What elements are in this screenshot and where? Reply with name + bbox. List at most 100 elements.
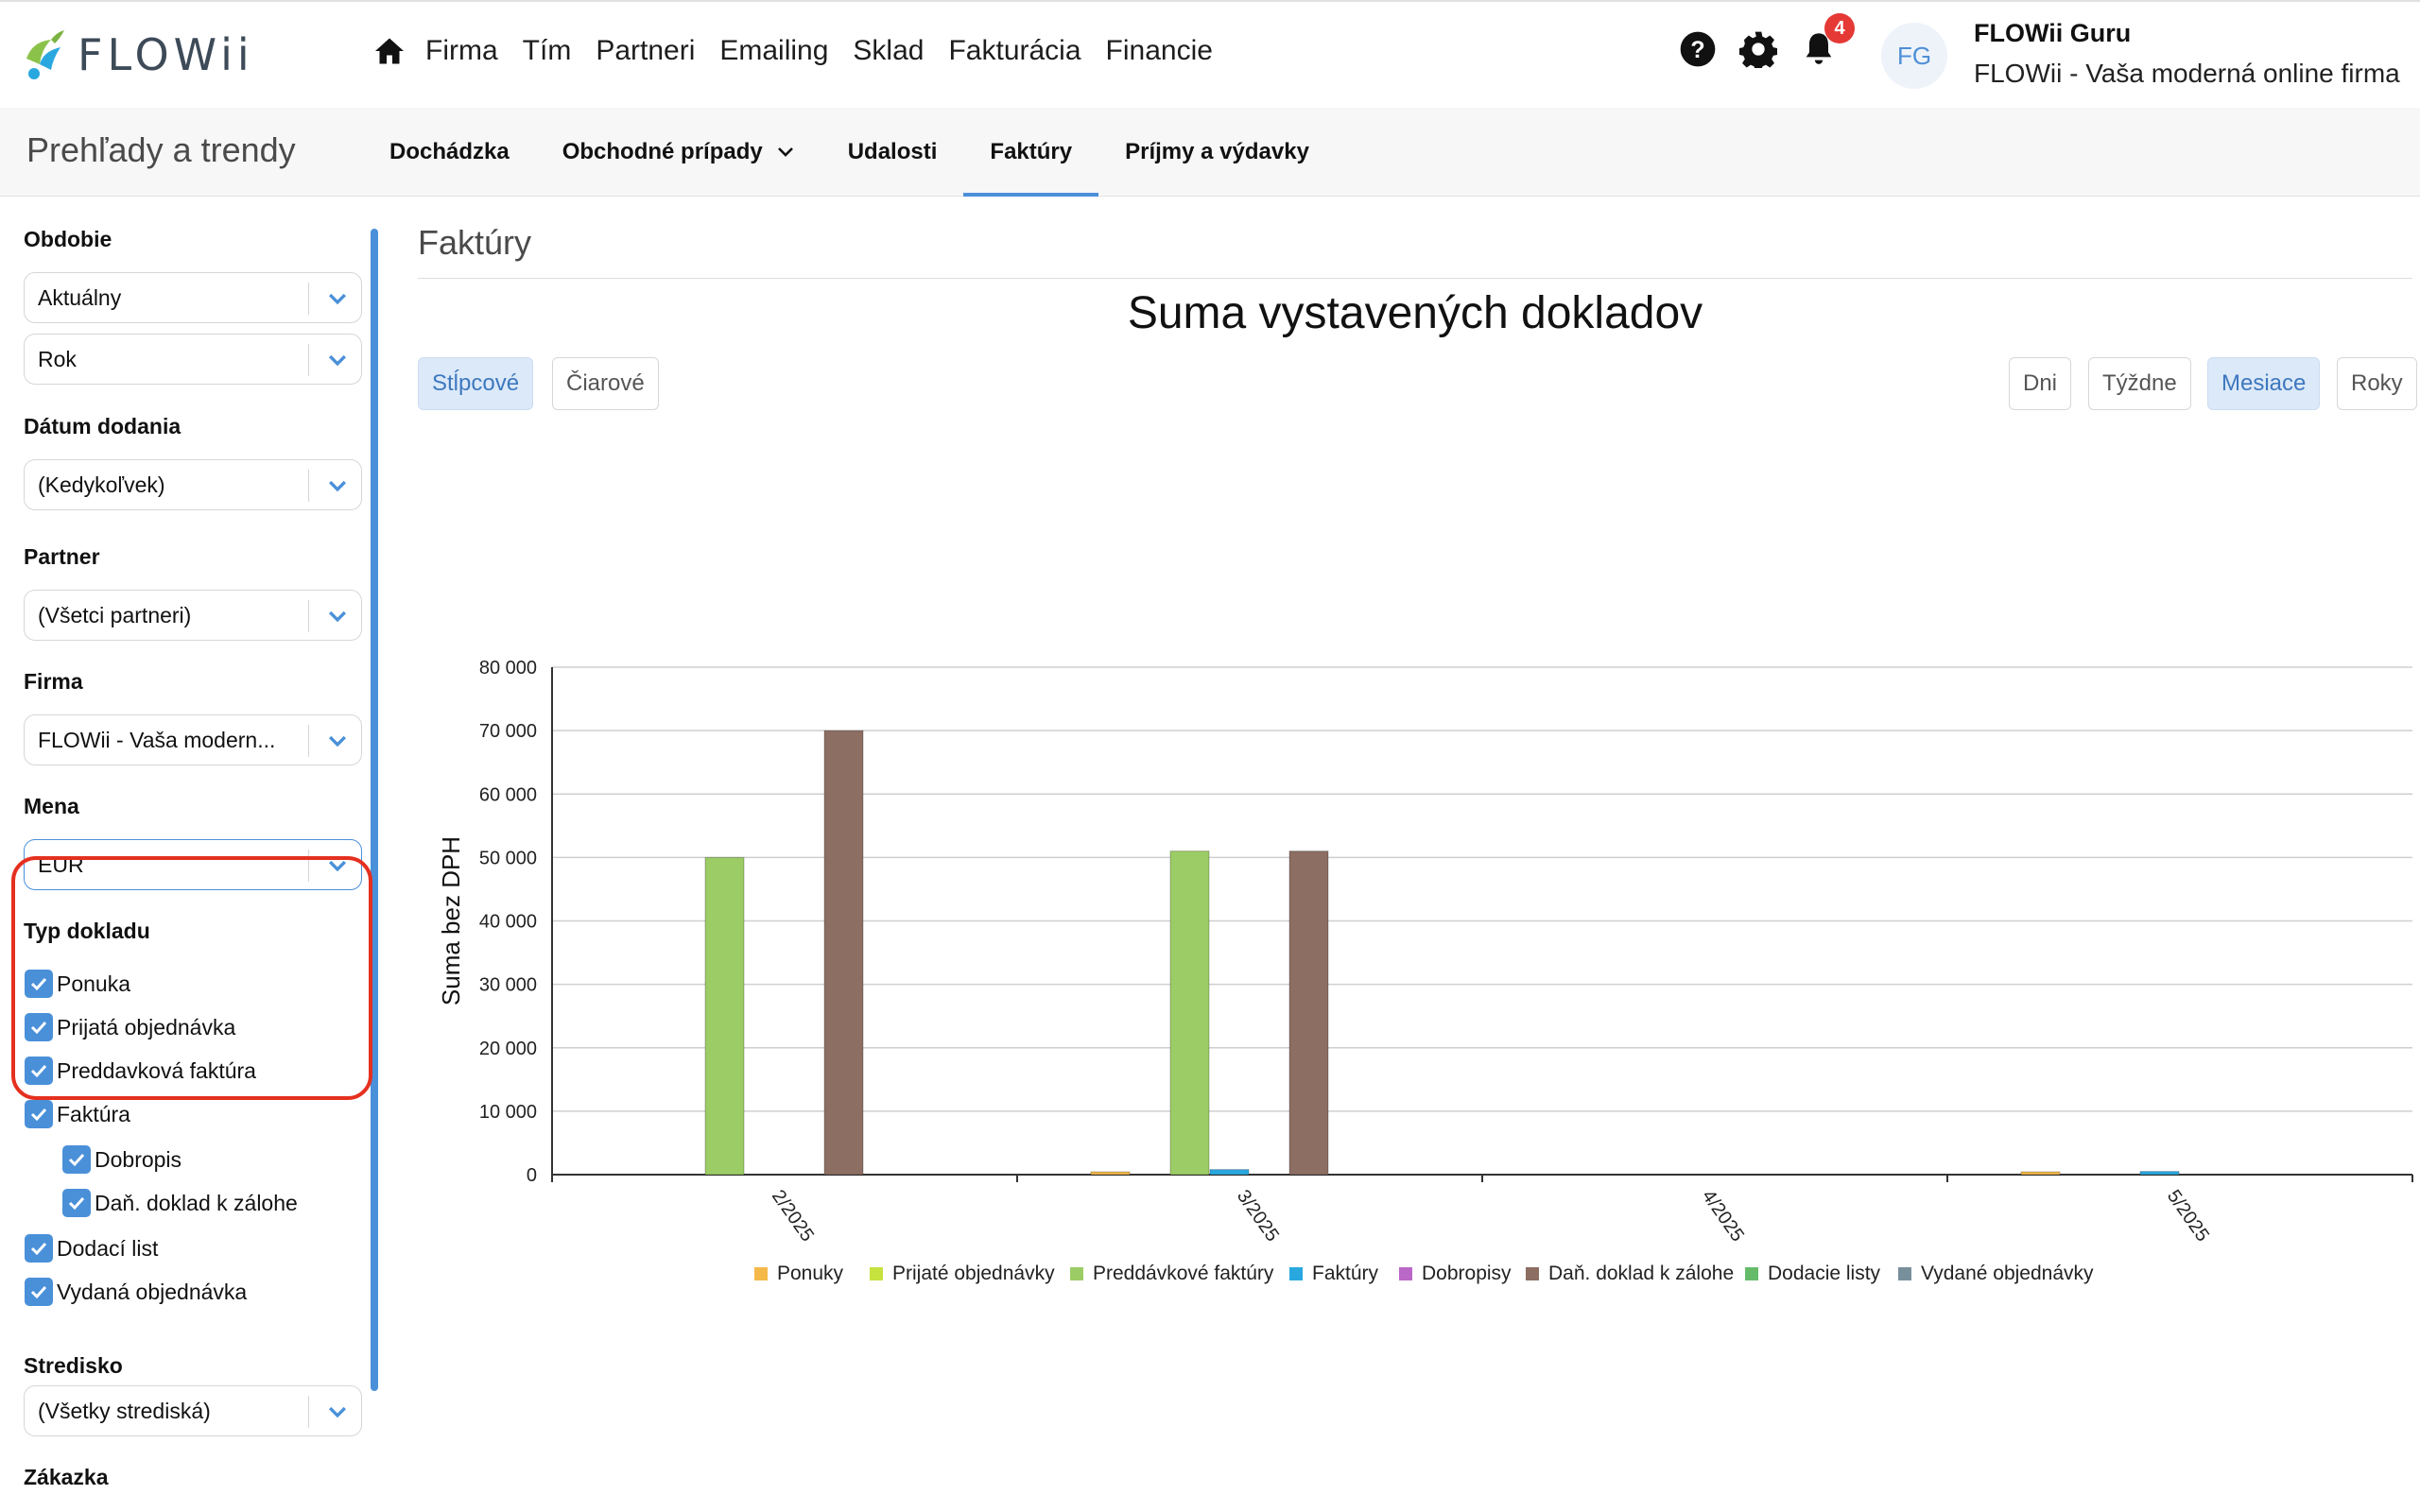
tab-prijmy-a-vydavky[interactable]: Príjmy a výdavky [1098, 108, 1336, 197]
home-icon[interactable] [372, 34, 406, 68]
check-icon [30, 1064, 47, 1078]
bar-chart-button[interactable]: Stĺpcové [418, 357, 534, 410]
check-icon [30, 1021, 47, 1035]
checkbox-dan-doklad-k-zalohe[interactable]: Daň. doklad k zálohe [62, 1189, 298, 1217]
checkbox-label: Prijatá objednávka [57, 1014, 236, 1040]
partner-select[interactable]: (Všetci partneri) [24, 590, 362, 641]
nav-item-emailing[interactable]: Emailing [719, 35, 828, 67]
checkbox-ponuka[interactable]: Ponuka [25, 970, 130, 998]
period-select[interactable]: Aktuálny [24, 272, 362, 323]
legend-label: Prijaté objednávky [892, 1263, 1055, 1284]
y-tick-label: 60 000 [479, 784, 537, 805]
x-tick-label: 5/2025 [2163, 1186, 2213, 1246]
bar [2020, 1171, 2061, 1176]
y-tick-label: 0 [527, 1165, 537, 1186]
chevron-down-icon [329, 610, 346, 623]
top-icons: ? 4 [1679, 13, 1860, 68]
main-content: Faktúry Suma vystavených dokladov Stĺpco… [418, 197, 2420, 1512]
checkbox[interactable] [25, 1100, 53, 1128]
help-icon[interactable]: ? [1679, 30, 1717, 68]
days-button[interactable]: Dni [2009, 357, 2072, 410]
legend-swatch [754, 1267, 768, 1280]
y-tick-label: 50 000 [479, 848, 537, 868]
period-unit-select[interactable]: Rok [24, 334, 362, 385]
delivery-date-value: (Kedykoľvek) [38, 472, 165, 497]
notification-badge: 4 [1824, 13, 1855, 43]
legend-swatch [1898, 1267, 1911, 1280]
chevron-down-icon [329, 735, 346, 747]
y-tick-label: 10 000 [479, 1102, 537, 1123]
notifications-button[interactable]: 4 [1800, 13, 1855, 68]
checkbox-dodaci-list[interactable]: Dodací list [25, 1234, 158, 1263]
flowii-logo-icon [26, 30, 64, 79]
nav-item-partneri[interactable]: Partneri [596, 35, 695, 67]
chevron-down-icon [329, 354, 346, 367]
center-label: Stredisko [24, 1353, 123, 1378]
checkbox[interactable] [62, 1145, 91, 1174]
checkbox[interactable] [25, 1013, 53, 1041]
user-firm[interactable]: FLOWii - Vaša moderná online firma [1974, 59, 2400, 89]
legend-swatch [1070, 1267, 1083, 1280]
line-chart-button[interactable]: Čiarové [552, 357, 659, 410]
doctype-label: Typ dokladu [24, 919, 150, 943]
checkbox-preddavkova-faktura[interactable]: Preddavková faktúra [25, 1057, 256, 1085]
top-bar: FLOWii Firma Tím Partneri Emailing Sklad… [0, 0, 2420, 108]
check-icon [68, 1196, 85, 1211]
nav-item-sklad[interactable]: Sklad [853, 35, 924, 67]
tab-label: Dochádzka [389, 139, 510, 164]
y-tick-label: 40 000 [479, 912, 537, 933]
chevron-down-icon [329, 480, 346, 492]
delivery-date-select[interactable]: (Kedykoľvek) [24, 459, 362, 510]
check-icon [30, 977, 47, 991]
checkbox[interactable] [25, 1234, 53, 1263]
legend-label: Faktúry [1312, 1263, 1379, 1284]
user-name[interactable]: FLOWii Guru [1974, 19, 2131, 48]
check-icon [30, 1108, 47, 1122]
tab-label: Faktúry [990, 139, 1073, 164]
nav-item-fakturacia[interactable]: Fakturácia [948, 35, 1080, 67]
months-button[interactable]: Mesiace [2207, 357, 2321, 410]
order-label: Zákazka [24, 1465, 109, 1489]
nav-item-financie[interactable]: Financie [1106, 35, 1213, 67]
period-value: Aktuálny [38, 285, 122, 310]
currency-label: Mena [24, 794, 79, 818]
checkbox[interactable] [25, 1057, 53, 1085]
partner-label: Partner [24, 544, 100, 569]
checkbox-label: Dobropis [95, 1146, 182, 1172]
nav-item-firma[interactable]: Firma [425, 35, 498, 67]
tab-faktury[interactable]: Faktúry [963, 108, 1098, 197]
checkbox[interactable] [25, 1278, 53, 1306]
tab-label: Udalosti [847, 139, 938, 164]
weeks-button[interactable]: Týždne [2088, 357, 2191, 410]
bar-chart: 0 10 000 20 000 30 000 40 000 50 000 60 000 70 … [437, 658, 2413, 1284]
tab-dochadzka[interactable]: Dochádzka [363, 108, 536, 197]
checkbox-faktura[interactable]: Faktúra [25, 1100, 130, 1128]
tab-obchodne-pripady[interactable]: Obchodné prípady [536, 108, 821, 197]
avatar[interactable]: FG [1881, 23, 1947, 89]
legend-swatch [1289, 1267, 1303, 1280]
filter-sidebar: Obdobie Aktuálny Rok Dátum dodania (Kedy… [0, 197, 389, 1512]
center-select[interactable]: (Všetky strediská) [24, 1385, 362, 1436]
years-button[interactable]: Roky [2337, 357, 2417, 410]
legend-label: Daň. doklad k zálohe [1548, 1263, 1734, 1284]
checkbox-prijata-objednavka[interactable]: Prijatá objednávka [25, 1013, 235, 1041]
gear-icon[interactable] [1739, 30, 1777, 68]
checkbox-vydana-objednavka[interactable]: Vydaná objednávka [25, 1278, 247, 1306]
checkbox[interactable] [25, 970, 53, 998]
legend-label: Dobropisy [1422, 1263, 1512, 1284]
legend-label: Preddávkové faktúry [1093, 1263, 1274, 1284]
firm-select[interactable]: FLOWii - Vaša modern... [24, 714, 362, 765]
checkbox-label: Preddavková faktúra [57, 1057, 256, 1083]
tab-udalosti[interactable]: Udalosti [821, 108, 964, 197]
firm-value: FLOWii - Vaša modern... [38, 728, 276, 752]
nav-item-tim[interactable]: Tím [523, 35, 572, 67]
checkbox[interactable] [62, 1189, 91, 1217]
sidebar-scrollbar[interactable] [371, 229, 378, 1391]
bar [1209, 1169, 1250, 1176]
chevron-down-icon [329, 293, 346, 305]
check-icon [30, 1242, 47, 1256]
checkbox-dobropis[interactable]: Dobropis [62, 1145, 182, 1174]
legend-swatch [1745, 1267, 1758, 1280]
svg-text:?: ? [1690, 37, 1704, 63]
flowii-logo[interactable]: FLOWii [23, 26, 254, 83]
